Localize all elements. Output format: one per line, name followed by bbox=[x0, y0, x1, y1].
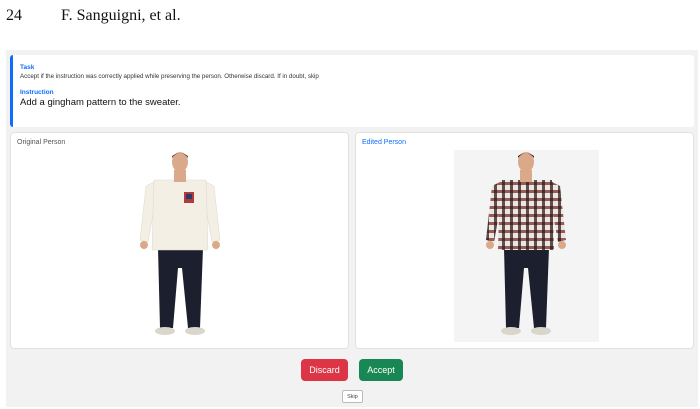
annotation-app: Task Accept if the instruction was corre… bbox=[6, 50, 698, 407]
instruction-text: Add a gingham pattern to the sweater. bbox=[20, 97, 181, 108]
discard-button[interactable]: Discard bbox=[301, 359, 348, 381]
edited-person-title: Edited Person bbox=[362, 139, 406, 146]
accept-button[interactable]: Accept bbox=[359, 359, 403, 381]
instruction-label: Instruction bbox=[20, 89, 54, 96]
original-person-title: Original Person bbox=[17, 139, 66, 146]
task-label: Task bbox=[20, 64, 35, 71]
original-person-image bbox=[108, 150, 253, 342]
page-header: 24 F. Sanguigni, et al. bbox=[6, 0, 181, 32]
original-person-panel: Original Person bbox=[10, 132, 349, 349]
page-number: 24 bbox=[6, 7, 22, 24]
task-text: Accept if the instruction was correctly … bbox=[20, 73, 319, 80]
edited-person-panel: Edited Person bbox=[355, 132, 694, 349]
task-box: Task Accept if the instruction was corre… bbox=[10, 55, 694, 127]
edited-person-image bbox=[454, 150, 599, 342]
skip-button[interactable]: Skip bbox=[342, 390, 363, 403]
running-title: F. Sanguigni, et al. bbox=[61, 7, 181, 24]
